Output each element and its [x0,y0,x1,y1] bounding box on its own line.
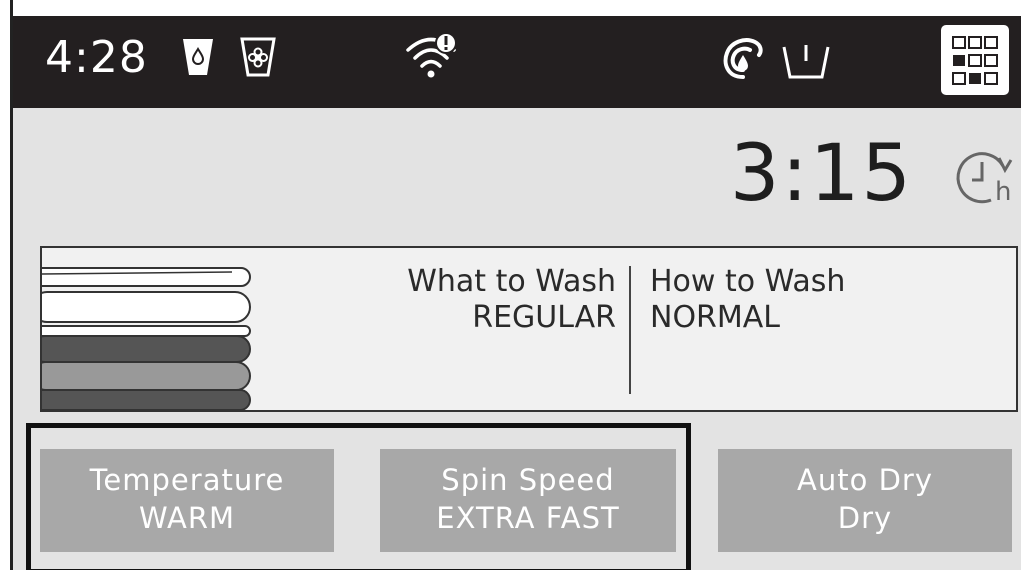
cycle-selection-panel[interactable]: What to Wash REGULAR How to Wash NORMAL [40,246,1018,412]
temperature-button[interactable]: Temperature WARM [40,449,334,552]
delay-start-icon[interactable]: h [951,144,1017,210]
status-time: 4:28 [45,32,148,83]
detergent-dispenser-icon [183,39,213,75]
auto-dry-label: Auto Dry [797,463,933,497]
fabric-softener-dispenser-icon [240,37,276,77]
how-to-wash[interactable]: How to Wash NORMAL [650,264,990,336]
time-remaining: 3:15 [729,129,913,219]
spin-speed-label: Spin Speed [441,463,615,497]
spin-speed-button[interactable]: Spin Speed EXTRA FAST [380,449,676,552]
what-to-wash-value: REGULAR [472,300,616,335]
temperature-label: Temperature [89,463,285,497]
temperature-value: WARM [138,501,236,535]
panel-divider [629,266,631,394]
menu-grid-icon [952,36,998,85]
what-to-wash[interactable]: What to Wash REGULAR [342,264,616,336]
tub-icon [782,45,830,79]
timer-area: 3:15 h [621,124,1021,224]
what-to-wash-label: What to Wash [407,264,616,299]
steam-icon [723,38,763,79]
status-bar: 4:28 [13,16,1021,108]
how-to-wash-label: How to Wash [650,264,846,299]
delay-hours-label: h [995,177,1011,207]
wifi-alert-icon [406,32,457,78]
auto-dry-button[interactable]: Auto Dry Dry [718,449,1012,552]
auto-dry-value: Dry [837,501,893,535]
spin-speed-value: EXTRA FAST [436,501,620,535]
washer-control-screen: 4:28 3:15 h What to Wash REGULAR How to … [13,16,1021,570]
how-to-wash-value: NORMAL [650,300,781,335]
clothes-stack-icon [42,267,251,410]
menu-grid-button[interactable] [941,25,1009,95]
